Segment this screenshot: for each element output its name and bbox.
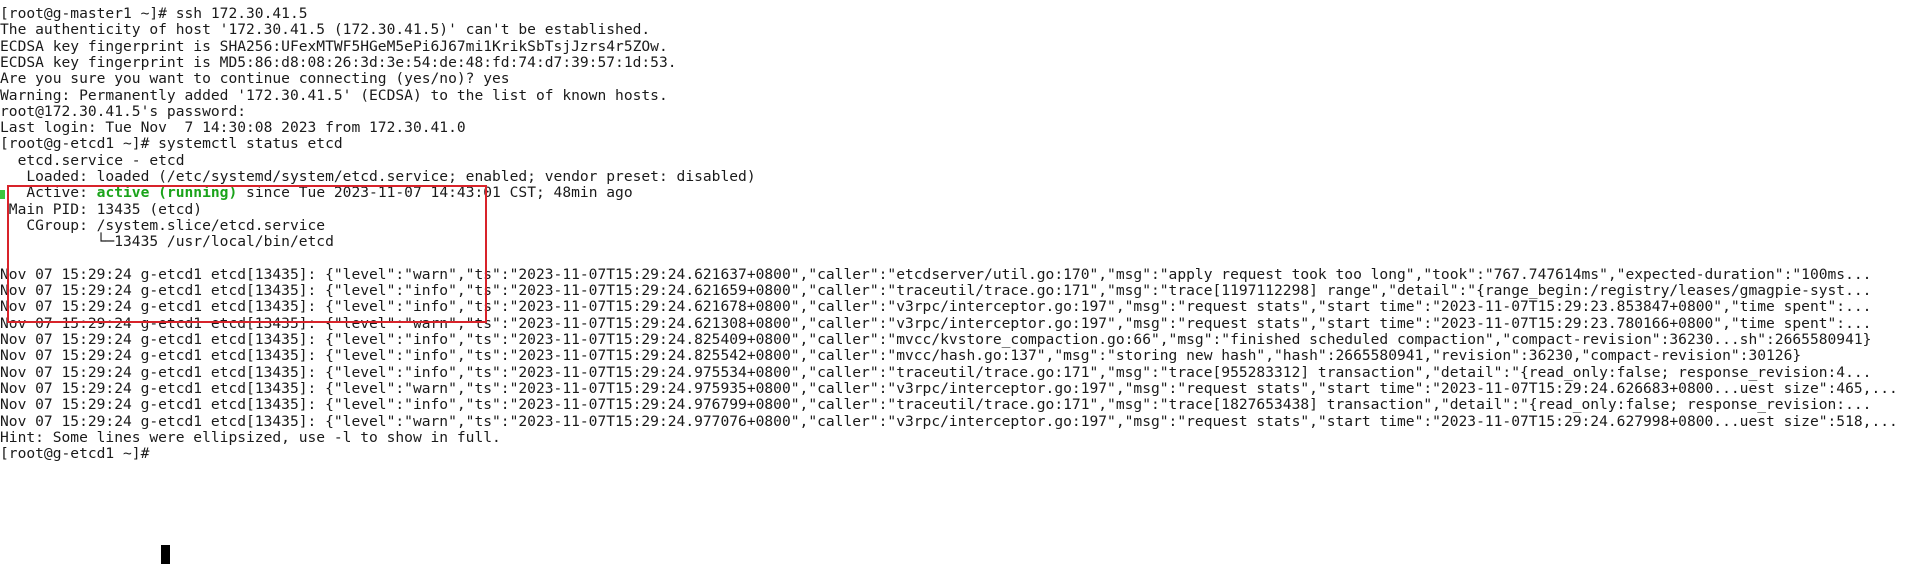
- service-status-highlight-box: [7, 185, 487, 323]
- line-text: [root@g-etcd1 ~]#: [0, 445, 159, 463]
- service-status-dot-icon: [0, 190, 5, 199]
- terminal-line: [root@g-etcd1 ~]#: [0, 444, 158, 464]
- terminal-cursor: [161, 545, 170, 564]
